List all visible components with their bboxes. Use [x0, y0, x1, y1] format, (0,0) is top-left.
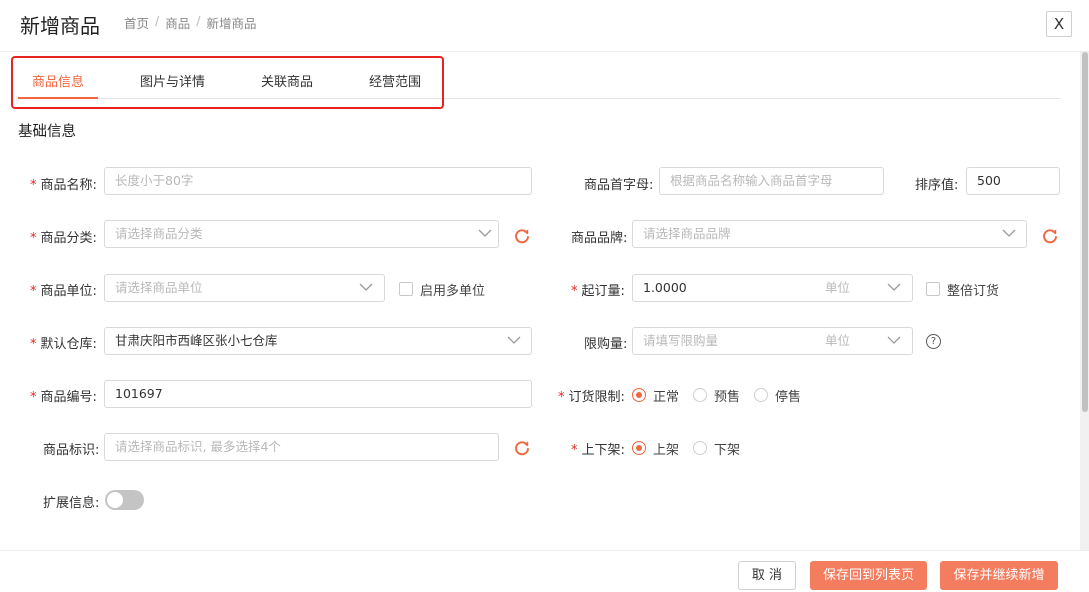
category-select[interactable]: 请选择商品分类 [104, 220, 499, 248]
label-text: 商品名称: [40, 178, 97, 193]
cancel-button[interactable]: 取 消 [738, 561, 796, 590]
sort-label: 排序值: [915, 178, 959, 193]
label-text: 订货限制: [568, 390, 625, 405]
extend-label: 扩展信息: [43, 496, 100, 511]
multi-unit-label: 启用多单位 [420, 284, 486, 299]
label-text: 上下架: [581, 443, 625, 458]
chevron-down-icon [506, 332, 522, 348]
dialog-header: 新增商品 首页 / 商品 / 新增商品 X [0, 0, 1089, 52]
warehouse-value: 甘肃庆阳市西峰区张小七仓库 [115, 333, 278, 348]
label-text: 默认仓库: [40, 337, 97, 352]
whole-order-checkbox[interactable] [926, 282, 940, 296]
label-text: 起订量: [581, 284, 625, 299]
moq-input[interactable]: 1.0000 [632, 274, 816, 302]
breadcrumb-current: 新增商品 [206, 16, 257, 31]
breadcrumb-home[interactable]: 首页 [124, 13, 149, 32]
whole-order-label: 整倍订货 [947, 284, 1000, 299]
breadcrumb-goods[interactable]: 商品 [165, 13, 190, 32]
shelf-label: * 上下架: [571, 439, 625, 458]
chevron-down-icon [1001, 225, 1017, 241]
breadcrumb-separator: / [196, 13, 201, 28]
close-button[interactable]: X [1046, 11, 1072, 37]
chevron-down-icon [358, 279, 374, 295]
shelf-radio-on[interactable] [632, 441, 646, 455]
chevron-down-icon [886, 332, 902, 348]
chevron-down-icon [886, 279, 902, 295]
refresh-icon[interactable] [514, 440, 530, 456]
unit-placeholder: 请选择商品单位 [115, 280, 203, 295]
label-text: 商品编号: [40, 390, 97, 405]
refresh-icon[interactable] [514, 228, 530, 244]
unit-label: * 商品单位: [30, 280, 97, 299]
moq-unit-placeholder: 单位 [825, 280, 851, 295]
unit-select[interactable]: 请选择商品单位 [104, 274, 385, 302]
save-continue-button[interactable]: 保存并继续新增 [940, 561, 1058, 590]
warehouse-label: * 默认仓库: [30, 333, 97, 352]
order-limit-option-presale: 预售 [714, 390, 741, 405]
extend-toggle[interactable] [105, 490, 144, 510]
multi-unit-checkbox[interactable] [399, 282, 413, 296]
shelf-radio-off[interactable] [693, 441, 707, 455]
help-icon[interactable]: ? [926, 334, 941, 349]
scrollbar-thumb[interactable] [1082, 52, 1088, 412]
refresh-icon[interactable] [1042, 228, 1058, 244]
category-label: * 商品分类: [30, 227, 97, 246]
code-label: * 商品编号: [30, 386, 97, 405]
warehouse-select[interactable]: 甘肃庆阳市西峰区张小七仓库 [104, 327, 532, 355]
limit-unit-select[interactable]: 单位 [815, 327, 913, 355]
chevron-down-icon [477, 225, 493, 241]
order-limit-radio-stopped[interactable] [754, 388, 768, 402]
brand-select[interactable]: 请选择商品品牌 [632, 220, 1027, 248]
limit-label: 限购量: [584, 337, 628, 352]
goods-name-label: * 商品名称: [30, 174, 97, 193]
label-text: 商品分类: [40, 231, 97, 246]
initials-label: 商品首字母: [584, 178, 654, 193]
required-mark: * [30, 284, 37, 299]
required-mark: * [30, 231, 37, 246]
moq-unit-select[interactable]: 单位 [815, 274, 913, 302]
breadcrumb-separator: / [155, 13, 160, 28]
section-title: 基础信息 [18, 124, 76, 140]
order-limit-radio-normal[interactable] [632, 388, 646, 402]
tags-label: 商品标识: [43, 443, 100, 458]
order-limit-option-stopped: 停售 [775, 390, 802, 405]
required-mark: * [571, 443, 578, 458]
tags-select[interactable]: 请选择商品标识, 最多选择4个 [104, 433, 499, 461]
limit-input[interactable]: 请填写限购量 [632, 327, 816, 355]
code-input[interactable]: 101697 [104, 380, 532, 408]
save-back-button[interactable]: 保存回到列表页 [810, 561, 927, 590]
sort-input[interactable]: 500 [966, 167, 1060, 195]
required-mark: * [30, 337, 37, 352]
toggle-knob [107, 492, 123, 508]
shelf-option-off: 下架 [714, 443, 741, 458]
brand-label: 商品品牌: [571, 231, 628, 246]
order-limit-option-normal: 正常 [653, 390, 680, 405]
label-text: 商品单位: [40, 284, 97, 299]
dialog-footer: 取 消 保存回到列表页 保存并继续新增 [0, 550, 1089, 592]
category-placeholder: 请选择商品分类 [115, 226, 203, 241]
initials-input[interactable]: 根据商品名称输入商品首字母 [659, 167, 884, 195]
page-title: 新增商品 [20, 14, 100, 38]
shelf-option-on: 上架 [653, 443, 680, 458]
brand-placeholder: 请选择商品品牌 [643, 226, 731, 241]
required-mark: * [30, 178, 37, 193]
limit-unit-placeholder: 单位 [825, 333, 851, 348]
tabs-highlight-box [11, 56, 444, 109]
breadcrumb: 首页 / 商品 / 新增商品 [124, 13, 256, 32]
moq-label: * 起订量: [571, 280, 625, 299]
required-mark: * [558, 390, 565, 405]
goods-name-input[interactable]: 长度小于80字 [104, 167, 532, 195]
required-mark: * [30, 390, 37, 405]
required-mark: * [571, 284, 578, 299]
order-limit-label: * 订货限制: [558, 386, 625, 405]
order-limit-radio-presale[interactable] [693, 388, 707, 402]
